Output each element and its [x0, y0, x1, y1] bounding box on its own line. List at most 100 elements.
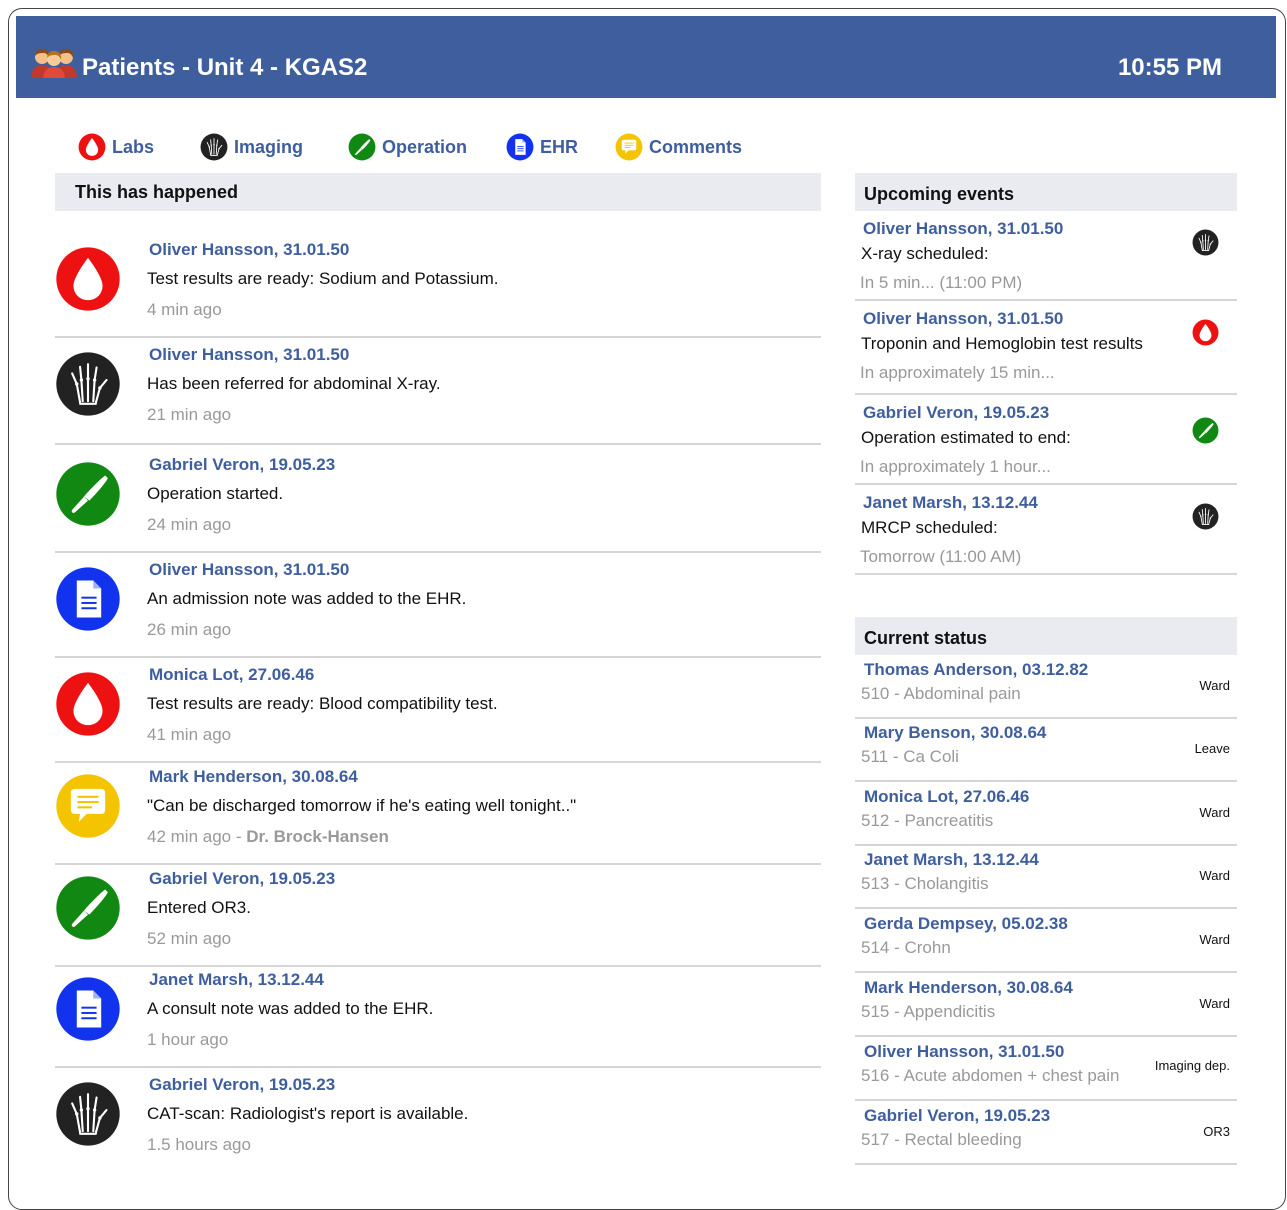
upcoming-event[interactable]: Oliver Hansson, 31.01.50 Troponin and He…	[855, 303, 1237, 395]
scalpel-icon	[348, 133, 376, 161]
filter-label: Imaging	[234, 136, 304, 157]
room-diagnosis: 517 - Rectal bleeding	[861, 1130, 1022, 1149]
room-diagnosis: 514 - Crohn	[861, 938, 951, 957]
patients-group-icon	[31, 48, 77, 78]
status-heading-text: Current status	[864, 628, 988, 648]
event-text: Operation started.	[147, 484, 284, 503]
status-row[interactable]: Mary Benson, 30.08.64 511 - Ca Coli Leav…	[855, 718, 1237, 782]
event-text: Test results are ready: Blood compatibil…	[147, 694, 498, 713]
feed-heading: This has happened	[55, 173, 821, 211]
status-row[interactable]: Mark Henderson, 30.08.64 515 - Appendici…	[855, 973, 1237, 1037]
event-time: 26 min ago	[147, 620, 232, 639]
feed-item[interactable]: Oliver Hansson, 31.01.50 An admission no…	[55, 552, 821, 658]
feed-item[interactable]: Gabriel Veron, 19.05.23 Entered OR3. 52 …	[55, 861, 821, 967]
patient-name-link[interactable]: Oliver Hansson, 31.01.50	[149, 345, 349, 365]
feed-item[interactable]: Gabriel Veron, 19.05.23 CAT-scan: Radiol…	[55, 1067, 821, 1171]
event-time: In 5 min... (11:00 PM)	[860, 273, 1023, 292]
status-row[interactable]: Janet Marsh, 13.12.44 513 - Cholangitis …	[855, 845, 1237, 909]
patient-name-link[interactable]: Gabriel Veron, 19.05.23	[149, 869, 335, 889]
patient-name-link[interactable]: Oliver Hansson, 31.01.50	[864, 1042, 1064, 1062]
patient-name-link[interactable]: Janet Marsh, 13.12.44	[149, 970, 324, 990]
xray-hand-icon	[55, 1081, 121, 1147]
upcoming-heading: Upcoming events	[855, 173, 1237, 211]
event-time: 24 min ago	[147, 515, 232, 534]
event-text: A consult note was added to the EHR.	[147, 999, 434, 1018]
status-row[interactable]: Thomas Anderson, 03.12.82 510 - Abdomina…	[855, 655, 1237, 719]
status-row[interactable]: Monica Lot, 27.06.46 512 - Pancreatitis …	[855, 782, 1237, 846]
patient-name-link[interactable]: Mark Henderson, 30.08.64	[149, 767, 358, 787]
speech-bubble-icon	[55, 773, 121, 839]
patient-name-link[interactable]: Thomas Anderson, 03.12.82	[864, 660, 1088, 680]
scalpel-icon	[55, 875, 121, 941]
feed-item[interactable]: Oliver Hansson, 31.01.50 Has been referr…	[55, 337, 821, 445]
filter-ehr[interactable]: EHR	[506, 131, 578, 163]
filter-labs[interactable]: Labs	[78, 131, 154, 163]
patient-name-link[interactable]: Monica Lot, 27.06.46	[149, 665, 314, 685]
event-text: Entered OR3.	[147, 898, 251, 917]
room-diagnosis: 510 - Abdominal pain	[861, 684, 1021, 703]
event-text: Has been referred for abdominal X-ray.	[147, 374, 441, 393]
patient-name-link[interactable]: Oliver Hansson, 31.01.50	[149, 240, 349, 260]
status-heading: Current status	[855, 617, 1237, 655]
patient-name-link[interactable]: Mark Henderson, 30.08.64	[864, 978, 1073, 998]
event-time: 1.5 hours ago	[147, 1135, 251, 1154]
event-time: 4 min ago	[147, 300, 222, 319]
filter-label: Comments	[649, 136, 743, 157]
upcoming-event[interactable]: Gabriel Veron, 19.05.23 Operation estima…	[855, 397, 1237, 485]
xray-hand-icon	[55, 351, 121, 417]
event-time: 42 min ago - Dr. Brock-Hansen	[147, 827, 389, 846]
xray-hand-icon	[1192, 229, 1219, 256]
event-text: "Can be discharged tomorrow if he's eati…	[147, 796, 577, 815]
patient-name-link[interactable]: Gabriel Veron, 19.05.23	[149, 1075, 335, 1095]
status-row[interactable]: Oliver Hansson, 31.01.50 516 - Acute abd…	[855, 1037, 1237, 1101]
filter-comments[interactable]: Comments	[615, 131, 742, 163]
status-row[interactable]: Gerda Dempsey, 05.02.38 514 - Crohn Ward	[855, 909, 1237, 973]
feed-item[interactable]: Mark Henderson, 30.08.64 "Can be dischar…	[55, 759, 821, 865]
patient-name-link[interactable]: Oliver Hansson, 31.01.50	[863, 219, 1063, 239]
patient-name-link[interactable]: Janet Marsh, 13.12.44	[863, 493, 1038, 513]
blood-drop-icon	[55, 671, 121, 737]
document-icon	[55, 976, 121, 1042]
feed-item[interactable]: Monica Lot, 27.06.46 Test results are re…	[55, 657, 821, 763]
patient-name-link[interactable]: Gabriel Veron, 19.05.23	[864, 1106, 1050, 1126]
blood-drop-icon	[55, 246, 121, 312]
filter-label: Labs	[112, 136, 155, 157]
feed-item[interactable]: Oliver Hansson, 31.01.50 Test results ar…	[55, 232, 821, 338]
room-diagnosis: 515 - Appendicitis	[861, 1002, 996, 1021]
location-label: Ward	[1199, 932, 1230, 947]
status-row[interactable]: Gabriel Veron, 19.05.23 517 - Rectal ble…	[855, 1101, 1237, 1165]
patient-name-link[interactable]: Mary Benson, 30.08.64	[864, 723, 1046, 743]
document-icon	[55, 566, 121, 632]
document-icon	[506, 133, 534, 161]
patient-name-link[interactable]: Gerda Dempsey, 05.02.38	[864, 914, 1068, 934]
upcoming-heading-text: Upcoming events	[864, 184, 1015, 204]
clock: 10:55 PM	[1117, 54, 1222, 81]
location-label: Ward	[1199, 805, 1230, 820]
patient-name-link[interactable]: Monica Lot, 27.06.46	[864, 787, 1029, 807]
room-diagnosis: 512 - Pancreatitis	[861, 811, 994, 830]
feed-item[interactable]: Janet Marsh, 13.12.44 A consult note was…	[55, 962, 821, 1068]
event-text: Test results are ready: Sodium and Potas…	[147, 269, 499, 288]
patient-name-link[interactable]: Oliver Hansson, 31.01.50	[149, 560, 349, 580]
event-time: Tomorrow (11:00 AM)	[860, 547, 1022, 566]
upcoming-event[interactable]: Janet Marsh, 13.12.44 MRCP scheduled: To…	[855, 487, 1237, 575]
upcoming-event[interactable]: Oliver Hansson, 31.01.50 X-ray scheduled…	[855, 213, 1237, 301]
event-text: Troponin and Hemoglobin test results	[861, 334, 1143, 353]
location-label: Ward	[1199, 678, 1230, 693]
location-label: OR3	[1203, 1124, 1230, 1139]
event-text: An admission note was added to the EHR.	[147, 589, 467, 608]
event-time: 1 hour ago	[147, 1030, 229, 1049]
event-text: Operation estimated to end:	[861, 428, 1071, 447]
filter-imaging[interactable]: Imaging	[200, 131, 303, 163]
patient-name-link[interactable]: Janet Marsh, 13.12.44	[864, 850, 1039, 870]
location-label: Ward	[1199, 996, 1230, 1011]
filter-label: Operation	[382, 136, 468, 157]
xray-hand-icon	[200, 133, 228, 161]
patient-name-link[interactable]: Gabriel Veron, 19.05.23	[863, 403, 1049, 423]
feed-item[interactable]: Gabriel Veron, 19.05.23 Operation starte…	[55, 447, 821, 553]
patient-name-link[interactable]: Gabriel Veron, 19.05.23	[149, 455, 335, 475]
patient-name-link[interactable]: Oliver Hansson, 31.01.50	[863, 309, 1063, 329]
room-diagnosis: 513 - Cholangitis	[861, 874, 989, 893]
filter-operation[interactable]: Operation	[348, 131, 467, 163]
comment-author: Dr. Brock-Hansen	[246, 827, 389, 846]
